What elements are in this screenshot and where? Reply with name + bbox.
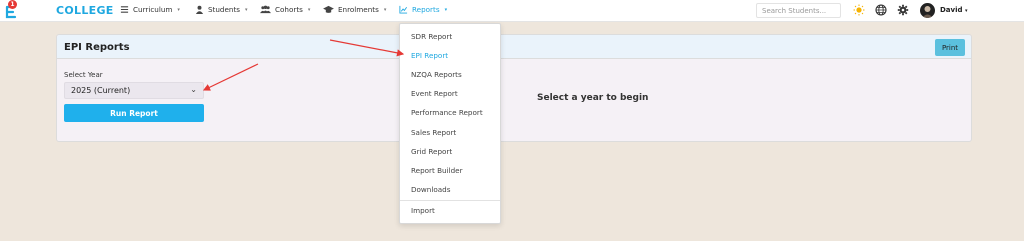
chevron-down-icon: ▾ [307,6,311,13]
nav-enrolments[interactable]: Enrolments ▾ [323,5,386,14]
menu-item-epi-report[interactable]: EPI Report [411,51,448,60]
nav-students-label: Students [208,5,241,14]
top-navbar: 1 COLLEGE Curriculum ▾ Students ▾ Cohort… [0,0,1024,22]
nav-reports-label: Reports [412,5,440,14]
chart-line-icon [399,5,408,14]
card-header: EPI Reports Print [57,35,971,59]
brand-name[interactable]: COLLEGE [56,4,114,17]
list-icon [120,6,129,13]
year-select-value: 2025 (Current) [71,86,131,95]
chevron-down-icon: ▾ [245,6,248,13]
gear-icon[interactable] [897,4,909,16]
menu-item-performance-report[interactable]: Performance Report [411,108,483,117]
notification-badge[interactable]: 1 [8,0,17,9]
page-title: EPI Reports [64,42,130,53]
search-students-input[interactable] [756,3,841,18]
graduation-cap-icon [323,5,334,13]
chevron-down-icon: ▾ [964,8,968,14]
menu-item-event-report[interactable]: Event Report [411,89,458,98]
select-year-label: Select Year [64,71,103,79]
print-button[interactable]: Print [935,39,965,56]
nav-curriculum[interactable]: Curriculum ▾ [120,5,180,14]
menu-item-nzqa-reports[interactable]: NZQA Reports [411,70,462,79]
avatar[interactable] [920,3,935,18]
reports-dropdown-menu: SDR Report EPI Report NZQA Reports Event… [399,23,501,224]
menu-item-sdr-report[interactable]: SDR Report [411,32,452,41]
chevron-down-icon: ▾ [444,6,448,13]
nav-reports[interactable]: Reports ▾ [399,5,447,14]
nav-cohorts[interactable]: Cohorts ▾ [260,5,310,14]
menu-item-grid-report[interactable]: Grid Report [411,147,452,156]
user-icon [195,5,204,14]
menu-item-import[interactable]: Import [411,206,435,215]
sun-icon[interactable] [853,4,865,16]
menu-item-sales-report[interactable]: Sales Report [411,128,456,137]
menu-item-downloads[interactable]: Downloads [411,185,450,194]
username: David [940,6,963,14]
chevron-down-icon: ⌄ [190,85,197,94]
chevron-down-icon: ▾ [383,6,387,13]
users-icon [260,5,271,14]
chevron-down-icon: ▾ [177,6,180,13]
year-select[interactable]: 2025 (Current) ⌄ [64,82,204,99]
epi-reports-card: EPI Reports Print Select Year 2025 (Curr… [56,34,972,142]
globe-icon[interactable] [875,4,887,16]
nav-curriculum-label: Curriculum [133,5,173,14]
user-menu[interactable]: David ▾ [940,6,967,14]
nav-students[interactable]: Students ▾ [195,5,248,14]
menu-divider [400,200,500,201]
empty-state-message: Select a year to begin [537,93,649,103]
run-report-button[interactable]: Run Report [64,104,204,122]
menu-item-report-builder[interactable]: Report Builder [411,166,463,175]
nav-enrolments-label: Enrolments [338,5,379,14]
nav-cohorts-label: Cohorts [275,5,303,14]
